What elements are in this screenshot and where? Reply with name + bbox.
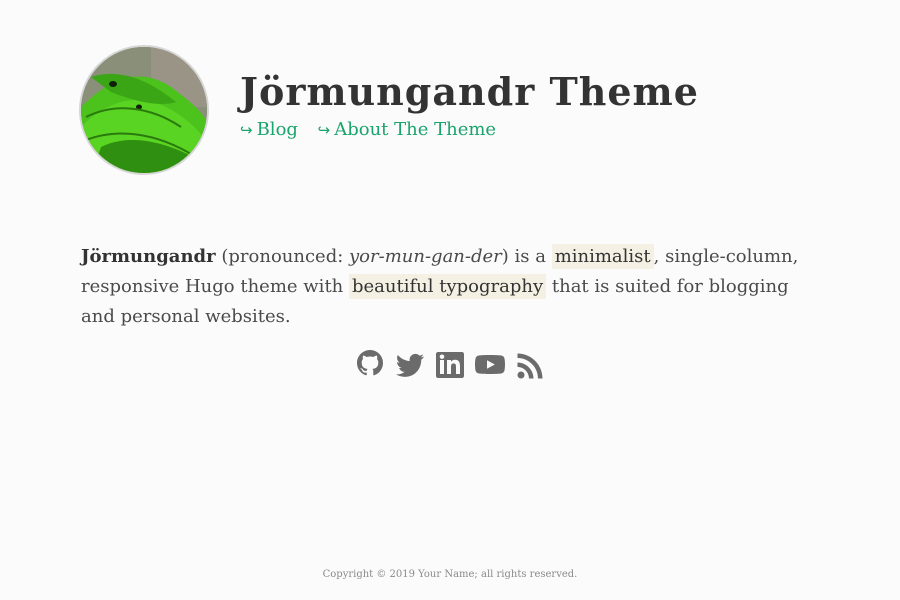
- linkedin-icon: [436, 352, 464, 378]
- rss-icon: [517, 353, 543, 379]
- youtube-link[interactable]: [474, 346, 506, 382]
- nav-link-blog[interactable]: ↪ Blog: [240, 119, 298, 140]
- github-icon: [357, 350, 383, 376]
- twitter-icon: [395, 353, 424, 377]
- social-links: [0, 346, 900, 382]
- highlight-minimalist: minimalist: [551, 244, 654, 269]
- linkedin-link[interactable]: [434, 346, 466, 382]
- nav-link-label: About The Theme: [334, 118, 497, 140]
- nav-link-about-theme[interactable]: ↪ About The Theme: [318, 119, 496, 140]
- intro-text: ) is a: [501, 246, 552, 267]
- rss-link[interactable]: [514, 346, 546, 382]
- return-arrow-icon: ↪: [317, 120, 331, 139]
- footer-copyright: Copyright © 2019 Your Name; all rights r…: [322, 569, 578, 580]
- return-arrow-icon: ↪: [240, 120, 253, 139]
- intro-text: (pronounced:: [215, 246, 350, 267]
- youtube-icon: [475, 355, 505, 374]
- highlight-typography: beautiful typography: [349, 274, 547, 299]
- pronunciation: yor-mun-gan-der: [349, 246, 502, 267]
- theme-name: Jörmungandr: [81, 246, 216, 267]
- intro-paragraph: Jörmungandr (pronounced: yor-mun-gan-der…: [81, 242, 801, 332]
- avatar[interactable]: [79, 45, 209, 175]
- twitter-link[interactable]: [394, 346, 426, 382]
- github-link[interactable]: [354, 346, 386, 382]
- nav-link-label: Blog: [256, 118, 298, 140]
- snake-avatar-image: [81, 47, 207, 173]
- main-nav: ↪ Blog ↪ About The Theme: [240, 119, 699, 140]
- site-header: Jörmungandr Theme ↪ Blog ↪ About The Theme: [79, 45, 699, 175]
- site-title[interactable]: Jörmungandr Theme: [240, 69, 699, 115]
